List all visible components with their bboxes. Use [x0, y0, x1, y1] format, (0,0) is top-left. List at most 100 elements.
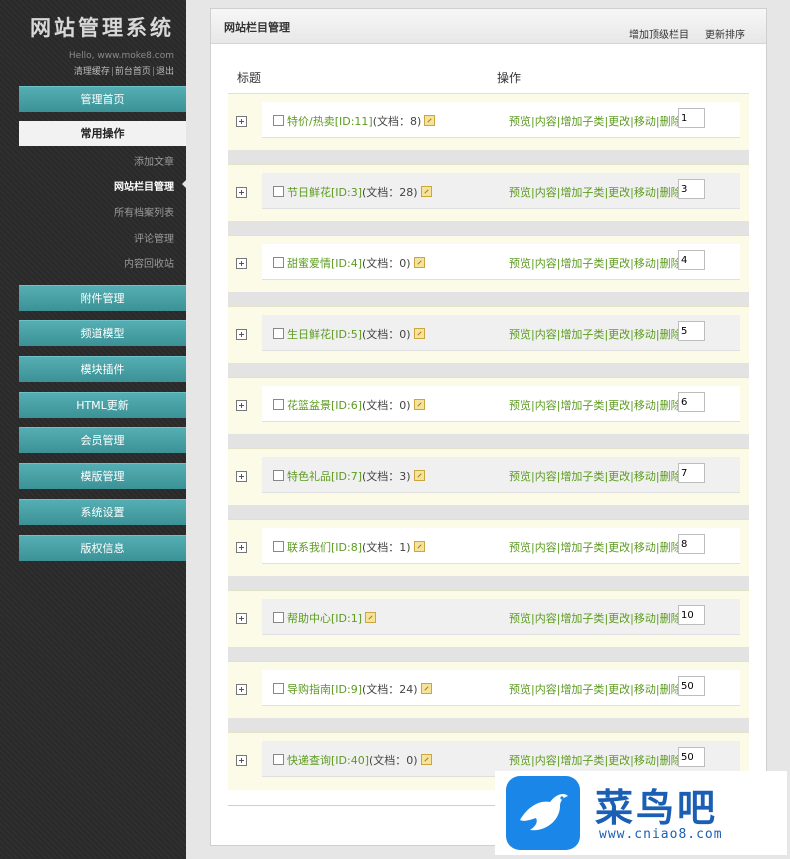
category-checkbox[interactable]: [273, 754, 284, 765]
sort-order-input[interactable]: [678, 605, 705, 625]
preview-link[interactable]: 预览: [509, 470, 531, 483]
move-link[interactable]: 移动: [634, 257, 656, 270]
category-checkbox[interactable]: [273, 186, 284, 197]
clear-cache-link[interactable]: 清理缓存: [74, 67, 110, 77]
modify-link[interactable]: 更改: [608, 470, 630, 483]
category-checkbox[interactable]: [273, 115, 284, 126]
add-subcategory-link[interactable]: 增加子类: [560, 399, 604, 412]
move-link[interactable]: 移动: [634, 754, 656, 767]
nav-copyright[interactable]: 版权信息: [19, 535, 186, 561]
content-link[interactable]: 内容: [535, 328, 557, 341]
nav-html-update[interactable]: HTML更新: [19, 392, 186, 418]
sort-order-input[interactable]: [678, 747, 705, 767]
edit-note-icon[interactable]: [413, 399, 425, 410]
category-name-link[interactable]: 节日鲜花[ID:3]: [287, 186, 362, 199]
content-link[interactable]: 内容: [535, 612, 557, 625]
edit-note-icon[interactable]: [365, 612, 377, 623]
category-name-link[interactable]: 特价/热卖[ID:11]: [287, 115, 373, 128]
preview-link[interactable]: 预览: [509, 115, 531, 128]
sidebar-item-category-management[interactable]: 网站栏目管理: [114, 178, 174, 193]
category-name-link[interactable]: 快递查询[ID:40]: [287, 754, 369, 767]
move-link[interactable]: 移动: [634, 186, 656, 199]
expand-plus-icon[interactable]: [236, 471, 247, 482]
expand-plus-icon[interactable]: [236, 542, 247, 553]
move-link[interactable]: 移动: [634, 115, 656, 128]
sort-order-input[interactable]: [678, 463, 705, 483]
nav-system-settings[interactable]: 系统设置: [19, 499, 186, 525]
category-checkbox[interactable]: [273, 328, 284, 339]
preview-link[interactable]: 预览: [509, 683, 531, 696]
content-link[interactable]: 内容: [535, 186, 557, 199]
category-name-link[interactable]: 特色礼品[ID:7]: [287, 470, 362, 483]
add-subcategory-link[interactable]: 增加子类: [560, 754, 604, 767]
content-link[interactable]: 内容: [535, 683, 557, 696]
add-subcategory-link[interactable]: 增加子类: [560, 186, 604, 199]
modify-link[interactable]: 更改: [608, 115, 630, 128]
nav-attachments[interactable]: 附件管理: [19, 285, 186, 311]
modify-link[interactable]: 更改: [608, 328, 630, 341]
expand-plus-icon[interactable]: [236, 684, 247, 695]
nav-admin-home[interactable]: 管理首页: [19, 86, 186, 112]
sidebar-item-recycle-bin[interactable]: 内容回收站: [124, 255, 174, 270]
expand-plus-icon[interactable]: [236, 258, 247, 269]
update-sort-link[interactable]: 更新排序: [705, 26, 745, 41]
category-checkbox[interactable]: [273, 257, 284, 268]
move-link[interactable]: 移动: [634, 612, 656, 625]
modify-link[interactable]: 更改: [608, 186, 630, 199]
category-name-link[interactable]: 导购指南[ID:9]: [287, 683, 362, 696]
preview-link[interactable]: 预览: [509, 541, 531, 554]
move-link[interactable]: 移动: [634, 683, 656, 696]
add-subcategory-link[interactable]: 增加子类: [560, 257, 604, 270]
sort-order-input[interactable]: [678, 321, 705, 341]
preview-link[interactable]: 预览: [509, 399, 531, 412]
expand-plus-icon[interactable]: [236, 329, 247, 340]
content-link[interactable]: 内容: [535, 115, 557, 128]
category-checkbox[interactable]: [273, 683, 284, 694]
sidebar-item-comments[interactable]: 评论管理: [134, 230, 174, 245]
category-checkbox[interactable]: [273, 399, 284, 410]
sort-order-input[interactable]: [678, 250, 705, 270]
frontend-home-link[interactable]: 前台首页: [115, 67, 151, 77]
sidebar-item-all-archives[interactable]: 所有档案列表: [114, 204, 174, 219]
add-subcategory-link[interactable]: 增加子类: [560, 541, 604, 554]
category-checkbox[interactable]: [273, 612, 284, 623]
nav-common-operations[interactable]: 常用操作: [19, 121, 186, 146]
sort-order-input[interactable]: [678, 534, 705, 554]
modify-link[interactable]: 更改: [608, 399, 630, 412]
expand-plus-icon[interactable]: [236, 116, 247, 127]
content-link[interactable]: 内容: [535, 470, 557, 483]
category-name-link[interactable]: 生日鲜花[ID:5]: [287, 328, 362, 341]
move-link[interactable]: 移动: [634, 399, 656, 412]
edit-note-icon[interactable]: [413, 470, 425, 481]
expand-plus-icon[interactable]: [236, 613, 247, 624]
edit-note-icon[interactable]: [413, 257, 425, 268]
logout-link[interactable]: 退出: [156, 67, 174, 77]
add-top-category-link[interactable]: 增加顶级栏目: [629, 26, 689, 41]
sort-order-input[interactable]: [678, 392, 705, 412]
expand-plus-icon[interactable]: [236, 755, 247, 766]
edit-note-icon[interactable]: [420, 683, 432, 694]
nav-templates[interactable]: 模版管理: [19, 463, 186, 489]
category-name-link[interactable]: 花篮盆景[ID:6]: [287, 399, 362, 412]
nav-members[interactable]: 会员管理: [19, 427, 186, 453]
modify-link[interactable]: 更改: [608, 683, 630, 696]
add-subcategory-link[interactable]: 增加子类: [560, 470, 604, 483]
sort-order-input[interactable]: [678, 179, 705, 199]
add-subcategory-link[interactable]: 增加子类: [560, 612, 604, 625]
add-subcategory-link[interactable]: 增加子类: [560, 683, 604, 696]
modify-link[interactable]: 更改: [608, 541, 630, 554]
nav-channel-models[interactable]: 频道模型: [19, 320, 186, 346]
add-subcategory-link[interactable]: 增加子类: [560, 328, 604, 341]
sort-order-input[interactable]: [678, 676, 705, 696]
modify-link[interactable]: 更改: [608, 257, 630, 270]
sidebar-item-add-article[interactable]: 添加文章: [134, 153, 174, 168]
content-link[interactable]: 内容: [535, 541, 557, 554]
edit-note-icon[interactable]: [420, 754, 432, 765]
edit-note-icon[interactable]: [413, 541, 425, 552]
content-link[interactable]: 内容: [535, 257, 557, 270]
modify-link[interactable]: 更改: [608, 754, 630, 767]
category-checkbox[interactable]: [273, 470, 284, 481]
move-link[interactable]: 移动: [634, 328, 656, 341]
preview-link[interactable]: 预览: [509, 257, 531, 270]
edit-note-icon[interactable]: [420, 186, 432, 197]
